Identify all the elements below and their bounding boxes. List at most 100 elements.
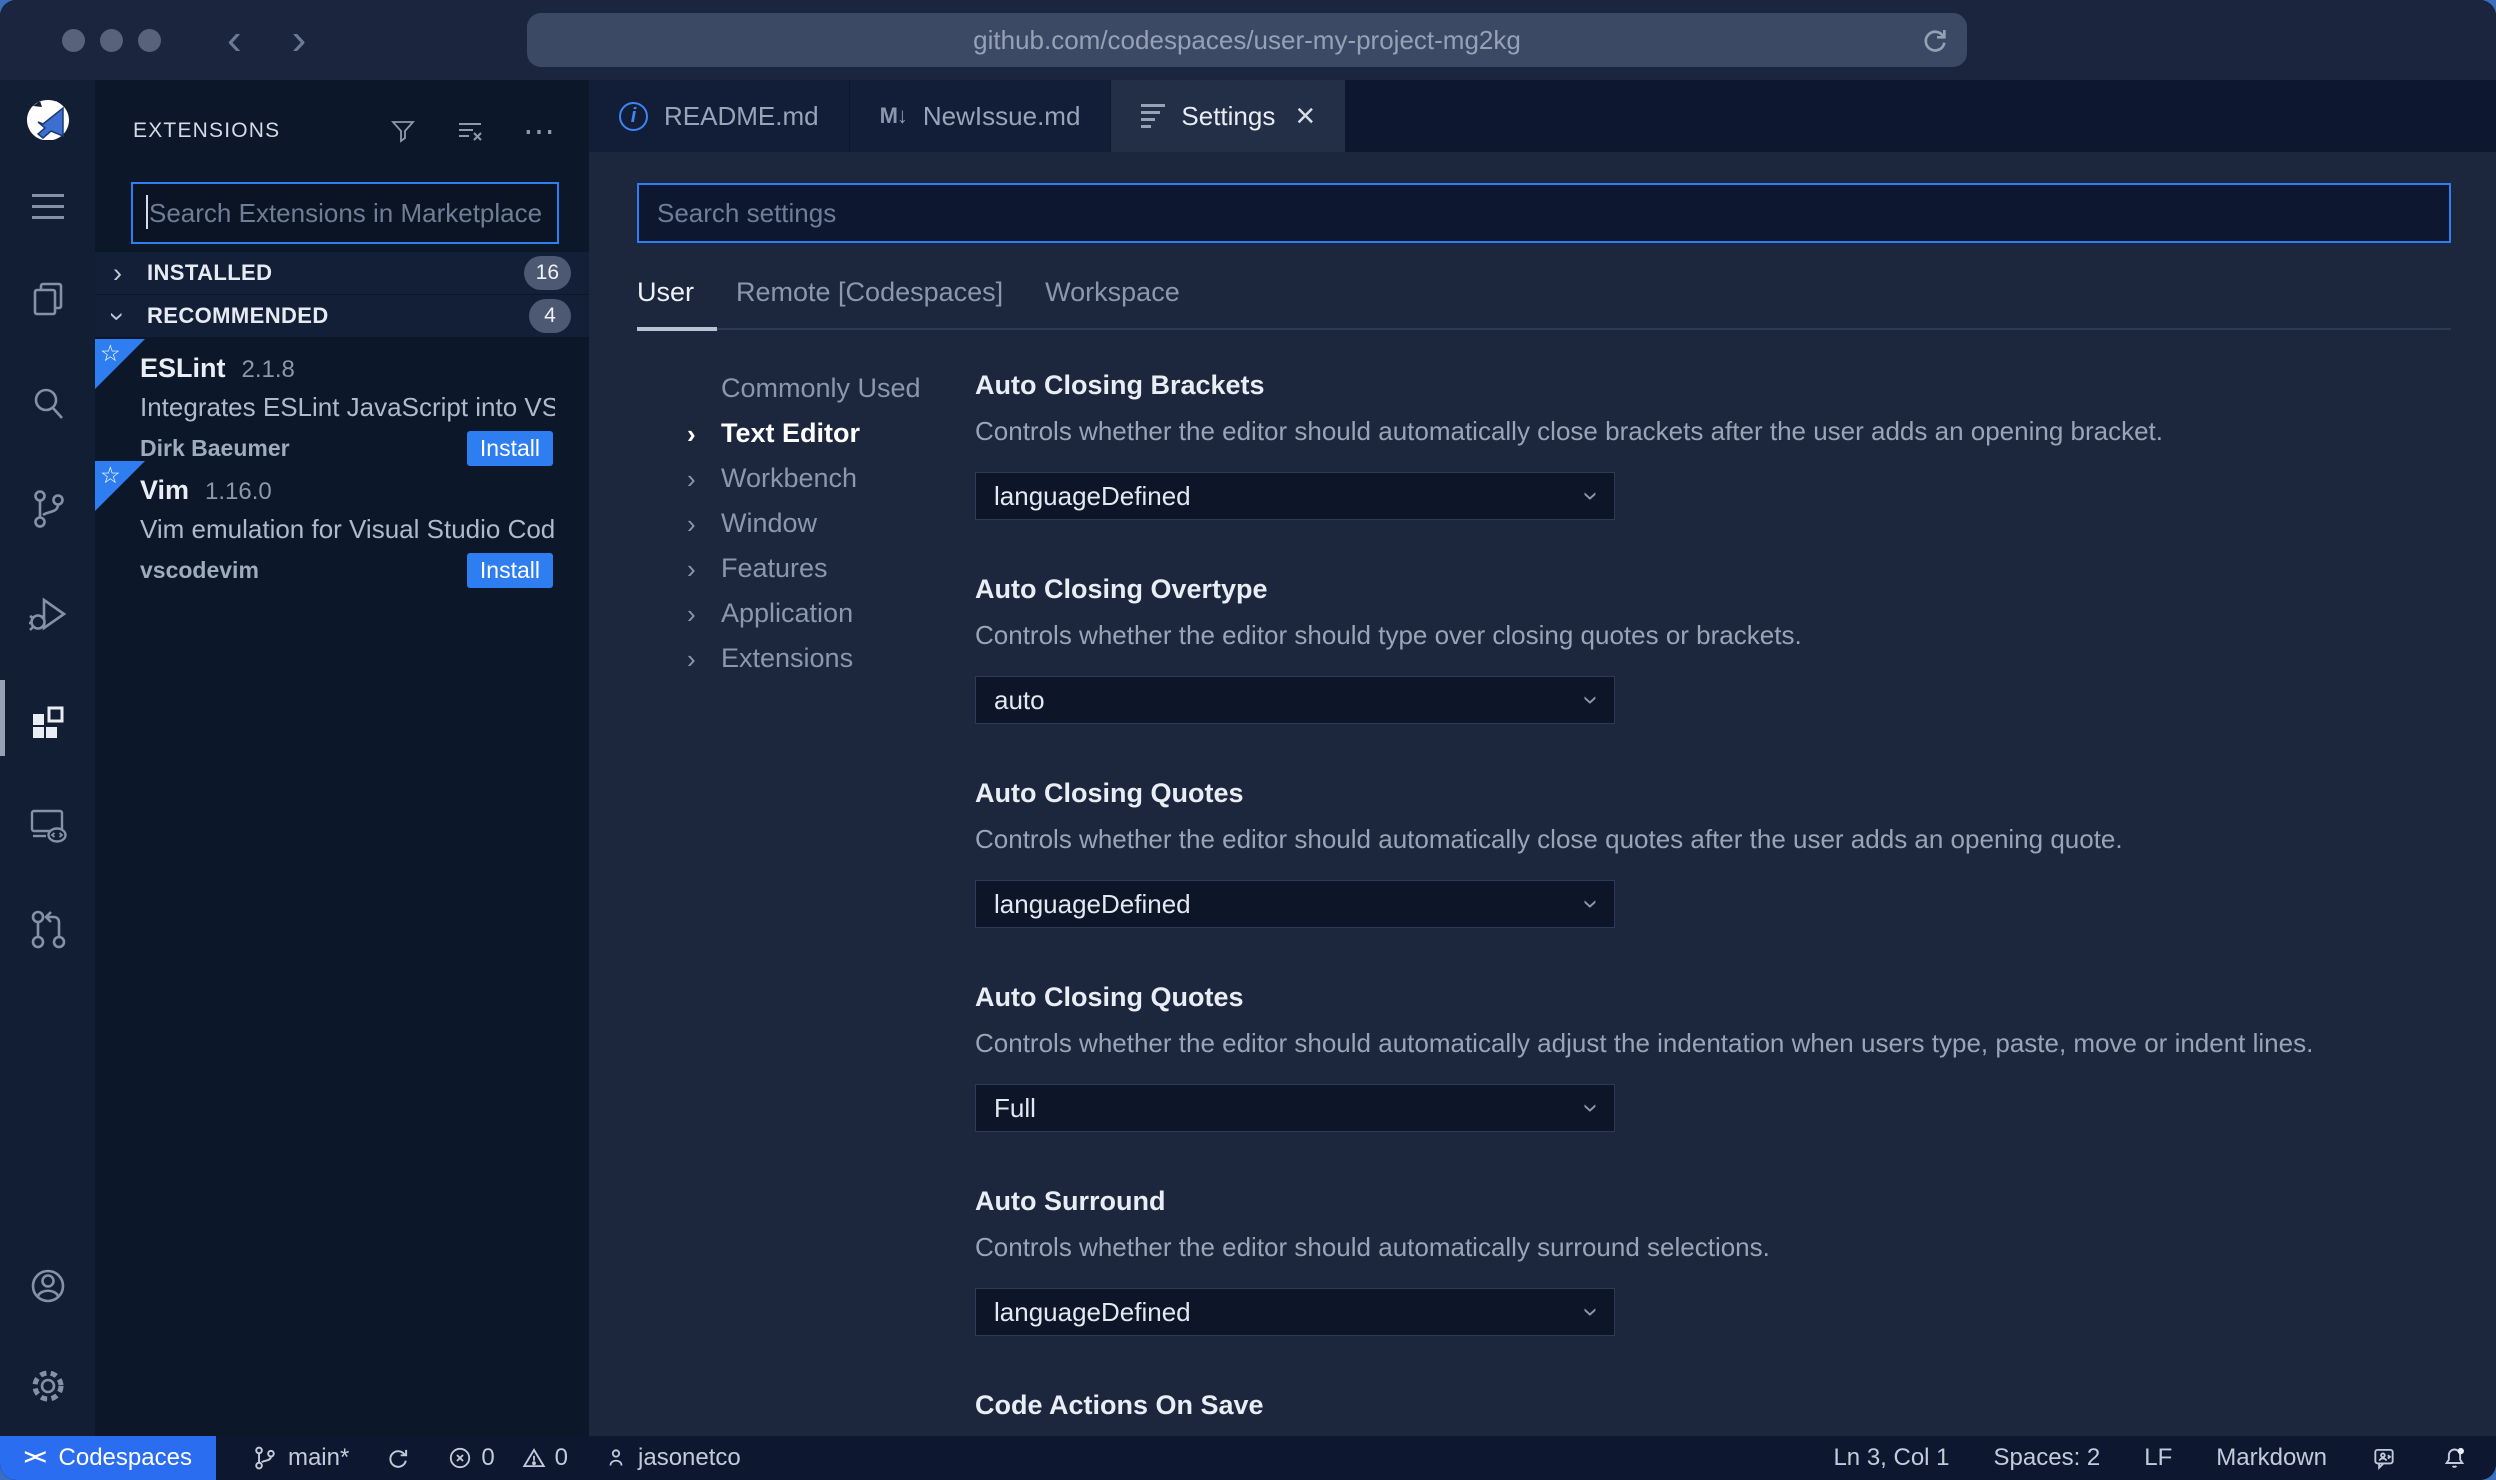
chevron-right-icon: › [687,463,696,494]
eol-status[interactable]: LF [2144,1444,2172,1472]
close-icon[interactable]: × [1295,99,1315,133]
reload-icon[interactable] [1919,24,1951,56]
active-scope-underline [637,327,717,331]
setting-dropdown[interactable]: languageDefined › [975,880,1615,928]
browser-chrome: ‹ › github.com/codespaces/user-my-projec… [0,0,2496,80]
remote-indicator-icon: >< [24,1446,46,1469]
sidebar-title: EXTENSIONS [133,119,281,142]
setting-auto-closing-overtype: Auto Closing Overtype Controls whether t… [975,572,2451,724]
chevron-down-icon: › [103,311,133,321]
cursor-position-status[interactable]: Ln 3, Col 1 [1833,1444,1949,1472]
setting-description: Controls whether the editor should autom… [975,1028,2314,1058]
scope-tab-remote[interactable]: Remote [Codespaces] [736,277,1003,308]
setting-dropdown[interactable]: auto › [975,676,1615,724]
tab-label: NewIssue.md [922,100,1081,131]
setting-description: Controls whether the editor should autom… [975,416,2164,446]
feedback-icon[interactable] [2371,1445,2397,1471]
browser-window: ‹ › github.com/codespaces/user-my-projec… [0,0,2496,1480]
tab-settings[interactable]: Settings × [1111,80,1346,152]
setting-description: Controls whether the editor should autom… [975,1232,1770,1262]
back-icon[interactable]: ‹ [227,18,242,62]
settings-list: Auto Closing Brackets Controls whether t… [975,366,2451,1436]
recommended-ribbon-icon: ☆ [95,461,145,511]
chevron-down-icon: › [1576,1103,1608,1113]
setting-dropdown[interactable]: languageDefined › [975,1288,1615,1336]
tab-label: Settings [1181,100,1276,131]
extensions-search-input[interactable] [131,182,559,244]
section-installed[interactable]: › INSTALLED 16 [95,252,589,294]
tree-item-commonly-used[interactable]: Commonly Used [687,366,975,411]
extension-name: ESLint [140,353,226,383]
language-mode-status[interactable]: Markdown [2216,1444,2327,1472]
tree-item-text-editor[interactable]: › Text Editor [687,411,975,456]
install-button[interactable]: Install [466,553,553,588]
sync-status[interactable] [385,1445,411,1471]
setting-dropdown[interactable]: languageDefined › [975,472,1615,520]
codespaces-status-button[interactable]: >< Codespaces [0,1436,216,1480]
chevron-right-icon: › [687,418,696,449]
more-actions-icon[interactable]: ⋯ [523,115,555,147]
warning-icon [522,1448,546,1468]
user-status[interactable]: jasonetco [604,1444,741,1472]
setting-title: Auto Closing Quotes [975,982,1244,1012]
window-close-button[interactable] [62,28,85,52]
explorer-icon[interactable] [0,246,95,351]
account-icon[interactable] [0,1236,95,1336]
tree-item-extensions[interactable]: › Extensions [687,636,975,681]
menu-icon[interactable] [0,166,95,246]
source-control-icon[interactable] [0,456,95,561]
scope-tab-user[interactable]: User [637,277,694,308]
extension-version: 1.16.0 [205,478,272,505]
tree-item-workbench[interactable]: › Workbench [687,456,975,501]
tab-bar: i README.md M↓ NewIssue.md Settings × [589,80,2496,152]
settings-editor: User Remote [Codespaces] Workspace Commo… [589,152,2496,1436]
setting-code-actions-on-save: Code Actions On Save [975,1388,2451,1422]
extension-description: Integrates ESLint JavaScript into VS C..… [140,392,555,422]
forward-icon[interactable]: › [292,18,307,62]
address-bar[interactable]: github.com/codespaces/user-my-project-mg… [527,13,1967,67]
tree-item-application[interactable]: › Application [687,591,975,636]
run-debug-icon[interactable] [0,561,95,666]
url-text: github.com/codespaces/user-my-project-mg… [973,24,1521,55]
branch-status[interactable]: main* [252,1444,349,1472]
tab-readme[interactable]: i README.md [589,80,849,152]
problems-status[interactable]: 0 0 [447,1444,568,1472]
tree-item-window[interactable]: › Window [687,501,975,546]
tree-item-features[interactable]: › Features [687,546,975,591]
setting-description: Controls whether the editor should autom… [975,824,2123,854]
settings-gear-icon[interactable] [0,1336,95,1436]
extension-list-item-vim[interactable]: ☆ Vim 1.16.0 Vim emulation for Visual St… [95,459,589,588]
filter-icon[interactable] [389,117,417,145]
extensions-icon[interactable] [0,666,95,771]
clear-search-results-icon[interactable] [455,116,485,146]
tab-newissue[interactable]: M↓ NewIssue.md [849,80,1111,152]
window-controls[interactable] [62,28,161,52]
settings-tree: Commonly Used › Text Editor › Workbench … [637,366,975,1436]
error-icon [450,1447,471,1469]
chevron-down-icon: › [1576,1307,1608,1317]
setting-dropdown[interactable]: Full › [975,1084,1615,1132]
chevron-right-icon: › [687,643,696,674]
setting-title: Auto Closing Brackets [975,370,1265,400]
sync-icon [389,1449,408,1468]
chevron-down-icon: › [1576,695,1608,705]
section-recommended[interactable]: › RECOMMENDED 4 [95,295,589,337]
notifications-bell-icon[interactable] [2441,1445,2468,1472]
setting-title: Auto Closing Overtype [975,574,1268,604]
remote-explorer-icon[interactable] [0,771,95,876]
settings-search-input[interactable] [637,183,2451,243]
setting-title: Code Actions On Save [975,1390,1264,1420]
scope-tab-workspace[interactable]: Workspace [1045,277,1180,308]
text-cursor [146,195,148,229]
setting-auto-closing-quotes: Auto Closing Quotes Controls whether the… [975,776,2451,928]
section-label: INSTALLED [147,260,273,285]
extension-description: Vim emulation for Visual Studio Code... [140,514,555,544]
window-minimize-button[interactable] [100,28,123,52]
installed-count-badge: 16 [523,256,571,290]
window-zoom-button[interactable] [138,28,161,52]
setting-auto-closing-brackets: Auto Closing Brackets Controls whether t… [975,368,2451,520]
extension-list-item-eslint[interactable]: ☆ ESLint 2.1.8 Integrates ESLint JavaScr… [95,337,589,466]
indentation-status[interactable]: Spaces: 2 [1994,1444,2101,1472]
pull-requests-icon[interactable] [0,876,95,981]
search-icon[interactable] [0,351,95,456]
